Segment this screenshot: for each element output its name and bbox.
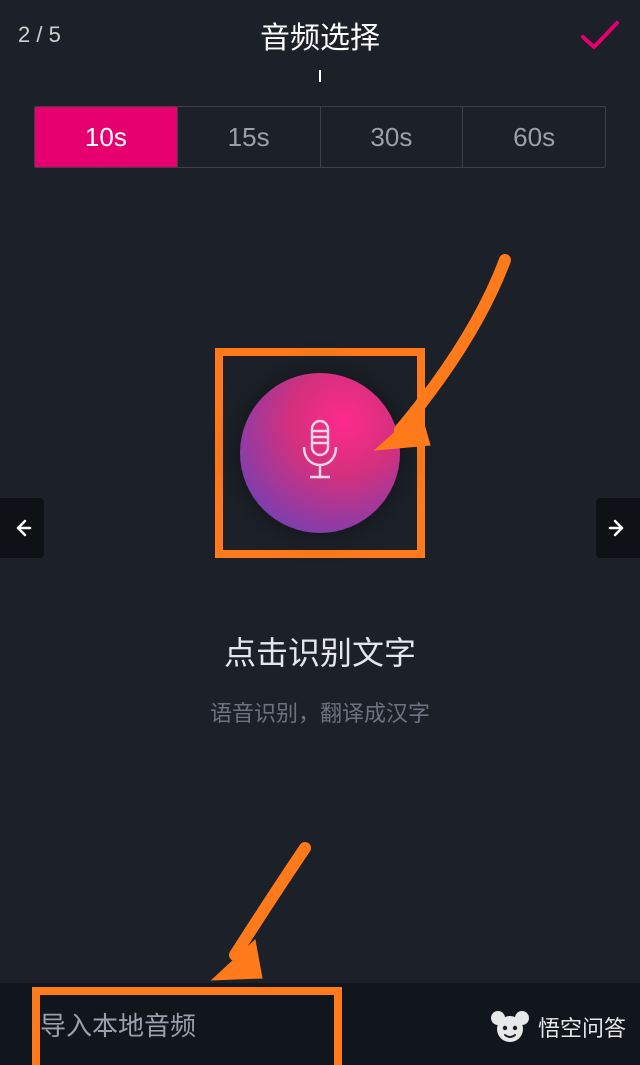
annotation-arrow-2: [200, 840, 330, 990]
progress-track: [0, 70, 640, 82]
page-indicator: 2 / 5: [18, 22, 61, 48]
confirm-button[interactable]: [578, 13, 622, 57]
duration-tabs: 10s 15s 30s 60s: [34, 106, 606, 168]
duration-tab-10s[interactable]: 10s: [35, 107, 178, 167]
record-title: 点击识别文字: [224, 628, 416, 674]
record-subtitle: 语音识别，翻译成汉字: [210, 696, 430, 728]
wukong-logo-icon: [490, 1007, 530, 1047]
duration-tab-60s[interactable]: 60s: [463, 107, 605, 167]
watermark: 悟空问答: [490, 1007, 626, 1047]
progress-tick: [319, 70, 321, 82]
duration-tab-15s[interactable]: 15s: [178, 107, 321, 167]
page-title: 音频选择: [260, 13, 380, 57]
duration-tab-30s[interactable]: 30s: [321, 107, 464, 167]
import-local-audio-button[interactable]: 导入本地音频: [40, 1006, 196, 1043]
watermark-text: 悟空问答: [538, 1011, 626, 1043]
check-icon: [580, 19, 620, 51]
microphone-icon: [295, 417, 345, 490]
annotation-highlight-mic: [215, 348, 425, 558]
record-button[interactable]: [240, 373, 400, 533]
